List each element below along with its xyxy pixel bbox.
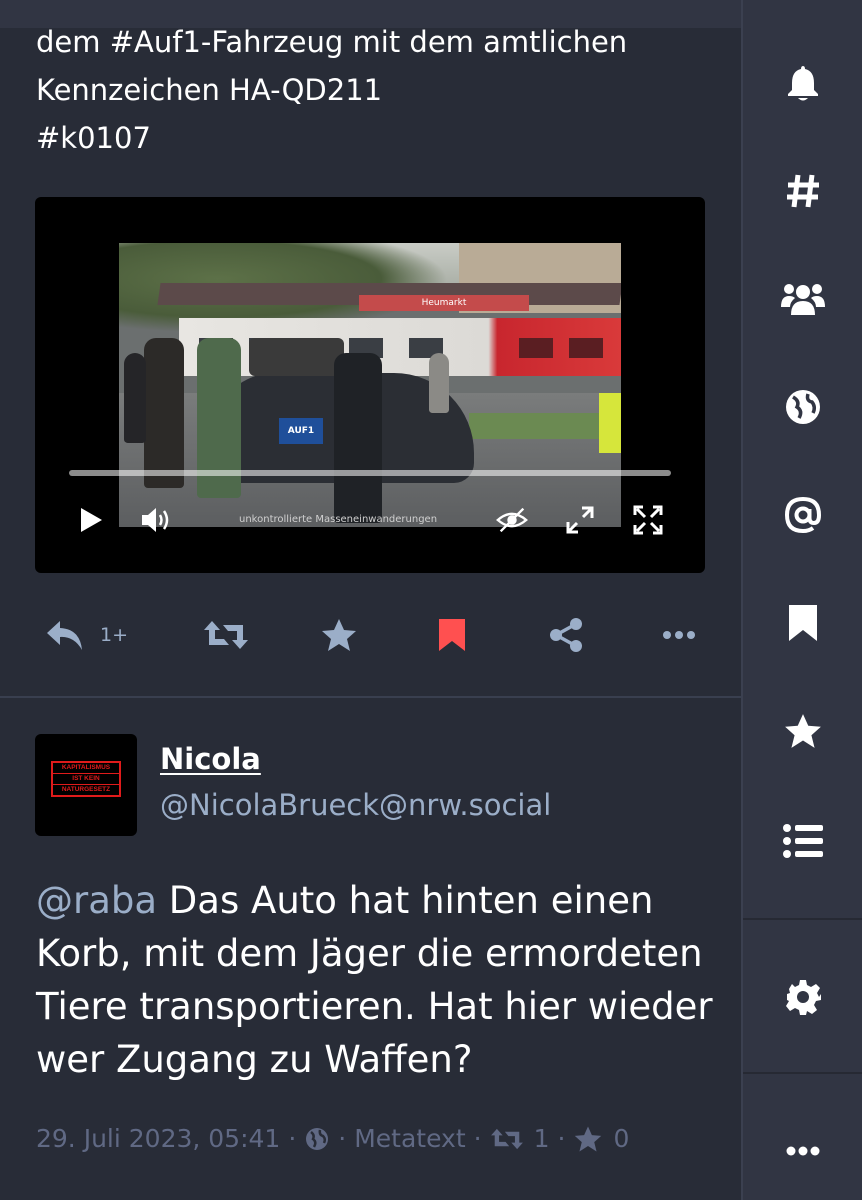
video-progress-bar[interactable] — [69, 470, 671, 476]
nav-notifications[interactable] — [743, 48, 862, 118]
share-button[interactable] — [548, 616, 584, 654]
status-text-line: Tiere transportieren. Hat hier wieder — [36, 985, 713, 1028]
meta-separator: · — [338, 1124, 347, 1153]
meta-separator: · — [473, 1124, 482, 1153]
status-text-line: dem #Auf1-Fahrzeug mit dem amtlichen — [36, 25, 628, 59]
list-icon — [782, 824, 823, 858]
status-text-line: Das Auto hat hinten einen — [157, 879, 654, 922]
station-sign: Heumarkt — [359, 295, 529, 311]
bell-icon — [787, 66, 818, 101]
fullscreen-icon[interactable] — [631, 503, 665, 537]
status-timestamp[interactable]: 29. Juli 2023, 05:41 — [36, 1124, 280, 1153]
favourite-button[interactable] — [320, 616, 358, 654]
nav-local[interactable] — [743, 264, 862, 334]
bookmark-icon — [439, 619, 465, 651]
nav-bookmarks[interactable] — [743, 588, 862, 658]
car-logo: AUF1 — [279, 418, 323, 444]
reply-button[interactable]: 1+ — [44, 616, 128, 654]
share-icon — [550, 618, 582, 652]
nav-divider — [743, 918, 862, 920]
nav-more[interactable] — [743, 1116, 862, 1186]
more-button[interactable] — [662, 616, 696, 654]
nav-mentions[interactable] — [743, 480, 862, 550]
expand-icon[interactable] — [563, 503, 597, 537]
avatar-text: IST KEIN — [53, 774, 119, 785]
boost-icon — [204, 621, 248, 649]
avatar[interactable]: KAPITALISMUS IST KEIN NATURGESETZ — [35, 734, 137, 836]
volume-icon[interactable] — [139, 503, 173, 537]
play-icon[interactable] — [73, 503, 107, 537]
status-text-line: Kennzeichen HA-QD211 — [36, 73, 383, 107]
users-icon — [780, 284, 825, 315]
avatar-text: NATURGESETZ — [61, 786, 111, 793]
nav-hashtags[interactable] — [743, 156, 862, 226]
nav-lists[interactable] — [743, 806, 862, 876]
boost-icon — [490, 1126, 524, 1152]
video-player[interactable]: Heumarkt AUF1 unkontrollierte Masseneinw… — [35, 197, 705, 573]
nav-divider — [743, 1072, 862, 1074]
avatar-text: KAPITALISMUS — [53, 763, 119, 774]
at-icon — [784, 496, 821, 534]
status-content: @raba Das Auto hat hinten einen Korb, mi… — [36, 874, 726, 1086]
star-icon — [573, 1125, 603, 1153]
more-icon — [786, 1146, 819, 1156]
display-name[interactable]: Nicola — [160, 742, 261, 776]
status-text-line: wer Zugang zu Waffen? — [36, 1038, 473, 1081]
status-content: dem #Auf1-Fahrzeug mit dem amtlichen Ken… — [36, 18, 716, 162]
reply-count: 1+ — [100, 624, 129, 646]
favourite-count: 0 — [613, 1124, 630, 1153]
bookmark-button[interactable] — [437, 616, 467, 654]
main-column: dem #Auf1-Fahrzeug mit dem amtlichen Ken… — [0, 0, 741, 1200]
globe-icon — [785, 390, 820, 424]
boost-count: 1 — [533, 1124, 550, 1153]
navigation-sidebar — [741, 0, 862, 1200]
hashtag-icon — [786, 174, 819, 208]
bookmark-icon — [788, 605, 817, 641]
status-meta: 29. Juli 2023, 05:41 · · Metatext · 1 · … — [36, 1124, 629, 1153]
status: KAPITALISMUS IST KEIN NATURGESETZ Nicola… — [0, 698, 741, 1200]
reply-icon — [47, 621, 82, 650]
hide-media-icon[interactable] — [495, 503, 529, 537]
status-action-bar: 1+ — [0, 604, 741, 666]
video-caption: unkontrollierte Masseneinwanderungen — [239, 514, 438, 525]
application-name[interactable]: Metatext — [354, 1124, 465, 1153]
hashtag-link[interactable]: #k0107 — [36, 114, 716, 162]
meta-separator: · — [557, 1124, 566, 1153]
nav-federated[interactable] — [743, 372, 862, 442]
nav-preferences[interactable] — [743, 962, 862, 1032]
star-icon — [322, 619, 356, 651]
boost-button[interactable] — [203, 616, 249, 654]
status-text-line: Korb, mit dem Jäger die ermordeten — [36, 932, 703, 975]
gear-icon — [785, 980, 821, 1015]
star-icon — [784, 714, 821, 748]
account-handle[interactable]: @NicolaBrueck@nrw.social — [160, 788, 551, 822]
nav-favourites[interactable] — [743, 696, 862, 766]
video-frame: Heumarkt AUF1 unkontrollierte Masseneinw… — [119, 243, 621, 527]
more-icon — [663, 631, 695, 639]
globe-icon — [304, 1126, 330, 1152]
meta-separator: · — [288, 1124, 297, 1153]
mention-link[interactable]: @raba — [36, 879, 157, 922]
